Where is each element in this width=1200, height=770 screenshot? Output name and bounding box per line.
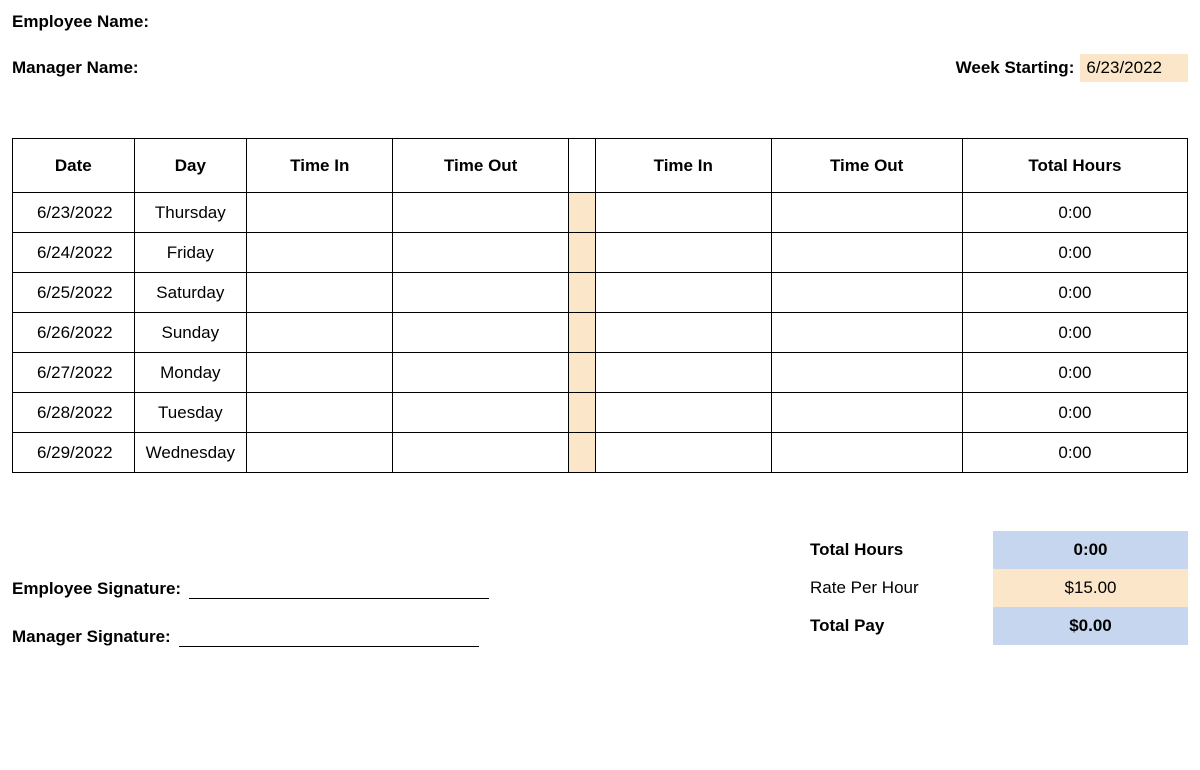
cell-gap [568, 353, 595, 393]
cell-day: Wednesday [134, 433, 247, 473]
cell-time-in-2[interactable] [595, 313, 771, 353]
summary-total-hours-value: 0:00 [993, 531, 1188, 569]
cell-date: 6/26/2022 [13, 313, 135, 353]
cell-gap [568, 393, 595, 433]
timesheet-table: Date Day Time In Time Out Time In Time O… [12, 138, 1188, 473]
cell-gap [568, 433, 595, 473]
cell-gap [568, 233, 595, 273]
table-row: 6/24/2022Friday 0:00 [13, 233, 1188, 273]
cell-date: 6/29/2022 [13, 433, 135, 473]
manager-signature-line[interactable] [179, 625, 479, 647]
cell-total-hours: 0:00 [962, 193, 1187, 233]
manager-signature-label: Manager Signature: [12, 627, 171, 647]
cell-total-hours: 0:00 [962, 353, 1187, 393]
cell-gap [568, 193, 595, 233]
col-header-time-in-2: Time In [595, 139, 771, 193]
cell-time-out-2[interactable] [771, 273, 962, 313]
cell-time-in-2[interactable] [595, 193, 771, 233]
cell-total-hours: 0:00 [962, 393, 1187, 433]
summary-total-pay-label: Total Pay [800, 608, 993, 644]
week-starting-label: Week Starting: [956, 58, 1075, 78]
employee-signature-label: Employee Signature: [12, 579, 181, 599]
cell-time-in-1[interactable] [247, 233, 393, 273]
summary-rate-value[interactable]: $15.00 [993, 569, 1188, 607]
employee-signature-line[interactable] [189, 577, 489, 599]
col-header-gap [568, 139, 595, 193]
cell-day: Tuesday [134, 393, 247, 433]
summary-total-pay-value: $0.00 [993, 607, 1188, 645]
table-row: 6/23/2022Thursday 0:00 [13, 193, 1188, 233]
table-row: 6/28/2022Tuesday 0:00 [13, 393, 1188, 433]
cell-gap [568, 313, 595, 353]
cell-time-in-2[interactable] [595, 433, 771, 473]
cell-day: Thursday [134, 193, 247, 233]
cell-time-in-1[interactable] [247, 393, 393, 433]
col-header-day: Day [134, 139, 247, 193]
cell-total-hours: 0:00 [962, 433, 1187, 473]
cell-time-out-2[interactable] [771, 353, 962, 393]
cell-time-out-1[interactable] [393, 393, 569, 433]
cell-time-in-1[interactable] [247, 353, 393, 393]
col-header-time-out-1: Time Out [393, 139, 569, 193]
cell-time-out-1[interactable] [393, 433, 569, 473]
cell-date: 6/28/2022 [13, 393, 135, 433]
cell-time-out-2[interactable] [771, 193, 962, 233]
cell-total-hours: 0:00 [962, 273, 1187, 313]
cell-date: 6/24/2022 [13, 233, 135, 273]
cell-time-out-1[interactable] [393, 313, 569, 353]
summary-total-hours-label: Total Hours [800, 532, 993, 568]
cell-time-out-2[interactable] [771, 393, 962, 433]
summary-block: Total Hours 0:00 Rate Per Hour $15.00 To… [800, 531, 1188, 673]
cell-time-in-2[interactable] [595, 393, 771, 433]
cell-time-in-1[interactable] [247, 273, 393, 313]
employee-name-label: Employee Name: [12, 12, 149, 32]
cell-time-out-2[interactable] [771, 313, 962, 353]
cell-time-in-1[interactable] [247, 433, 393, 473]
cell-total-hours: 0:00 [962, 313, 1187, 353]
cell-day: Sunday [134, 313, 247, 353]
table-row: 6/25/2022Saturday 0:00 [13, 273, 1188, 313]
cell-time-in-2[interactable] [595, 233, 771, 273]
cell-time-in-1[interactable] [247, 193, 393, 233]
cell-day: Friday [134, 233, 247, 273]
cell-date: 6/27/2022 [13, 353, 135, 393]
cell-time-out-1[interactable] [393, 273, 569, 313]
week-starting-value[interactable]: 6/23/2022 [1080, 54, 1188, 82]
cell-time-in-2[interactable] [595, 353, 771, 393]
col-header-time-out-2: Time Out [771, 139, 962, 193]
cell-time-out-1[interactable] [393, 193, 569, 233]
cell-time-out-2[interactable] [771, 433, 962, 473]
cell-date: 6/23/2022 [13, 193, 135, 233]
col-header-total-hours: Total Hours [962, 139, 1187, 193]
table-header-row: Date Day Time In Time Out Time In Time O… [13, 139, 1188, 193]
table-row: 6/29/2022Wednesday 0:00 [13, 433, 1188, 473]
cell-total-hours: 0:00 [962, 233, 1187, 273]
manager-name-label: Manager Name: [12, 58, 139, 78]
cell-time-in-1[interactable] [247, 313, 393, 353]
cell-gap [568, 273, 595, 313]
table-row: 6/27/2022Monday 0:00 [13, 353, 1188, 393]
summary-rate-label: Rate Per Hour [800, 570, 993, 606]
col-header-date: Date [13, 139, 135, 193]
table-row: 6/26/2022Sunday 0:00 [13, 313, 1188, 353]
cell-time-out-1[interactable] [393, 233, 569, 273]
cell-time-out-2[interactable] [771, 233, 962, 273]
cell-day: Saturday [134, 273, 247, 313]
cell-time-in-2[interactable] [595, 273, 771, 313]
col-header-time-in-1: Time In [247, 139, 393, 193]
cell-time-out-1[interactable] [393, 353, 569, 393]
cell-date: 6/25/2022 [13, 273, 135, 313]
cell-day: Monday [134, 353, 247, 393]
